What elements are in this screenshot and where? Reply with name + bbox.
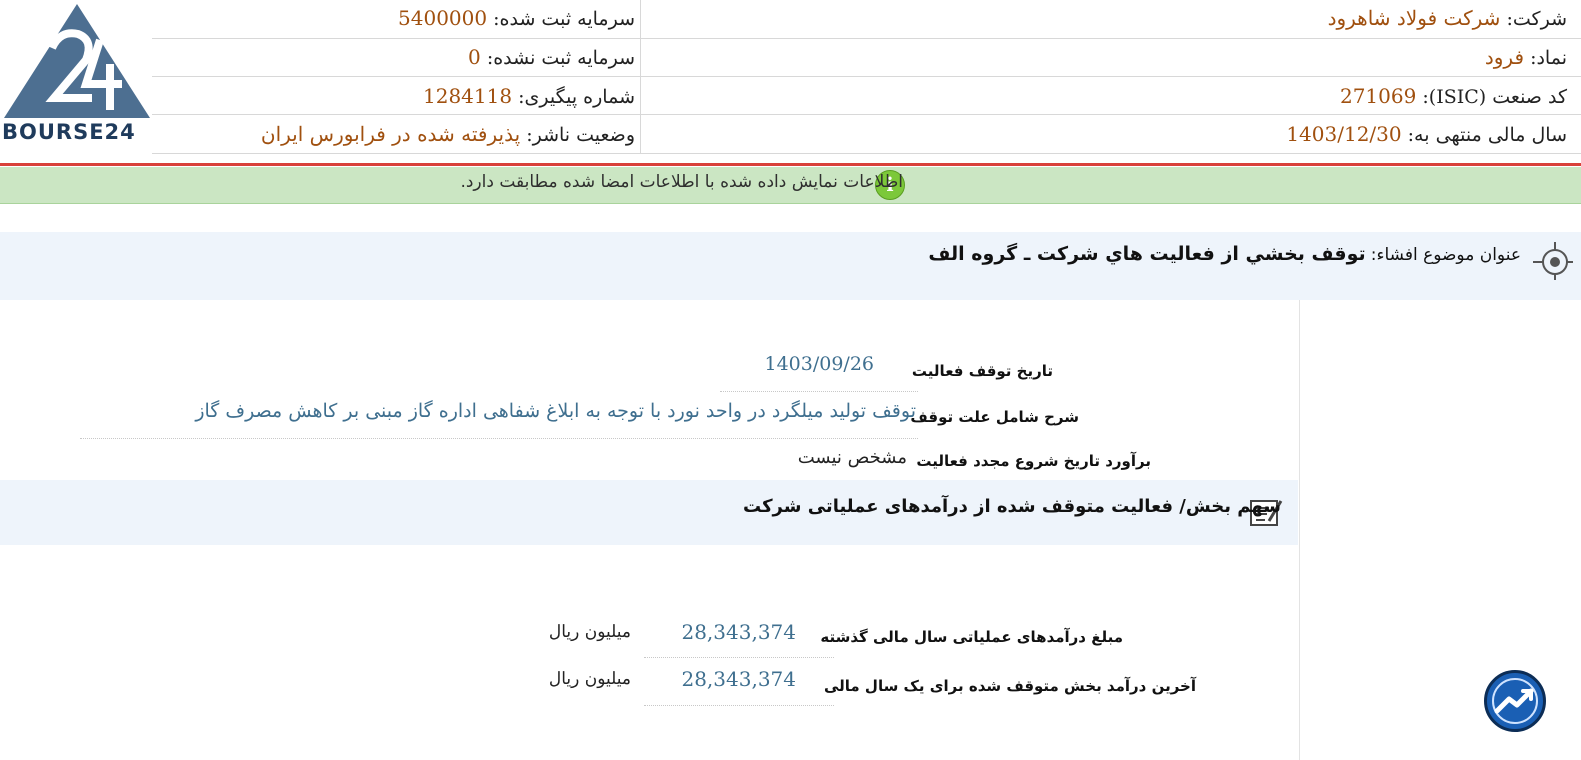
symbol-row: نماد: فرود <box>1485 45 1567 69</box>
isic-value: 271069 <box>1339 84 1417 108</box>
unregistered-capital-value: 0 <box>468 45 481 69</box>
stopped-segment-revenue-label: آخرین درآمد بخش متوقف شده برای یک سال ما… <box>823 677 1196 695</box>
tracking-number-row: شماره پیگیری: 1284118 <box>423 84 635 108</box>
stop-reason-label: شرح شامل علت توقف <box>910 408 1079 426</box>
isic-row: کد صنعت (ISIC): 271069 <box>1340 84 1567 108</box>
symbol-value: فرود <box>1484 45 1525 69</box>
registered-capital-label: سرمایه ثبت شده: <box>493 8 635 30</box>
field-separator <box>644 657 834 658</box>
restart-date-value: مشخص نیست <box>797 447 907 468</box>
field-separator <box>644 705 834 706</box>
stopped-segment-revenue-value: 28,343,374 <box>681 667 796 691</box>
header-divider <box>152 76 1581 77</box>
stop-date-label: تاریخ توقف فعالیت <box>911 362 1053 380</box>
last-year-revenue-label: مبلغ درآمدهای عملیاتی سال مالی گذشته <box>820 628 1123 646</box>
isic-label: کد صنعت (ISIC): <box>1422 86 1567 108</box>
target-icon <box>1533 242 1573 280</box>
stop-reason-value: توقف تولید میلگرد در واحد نورد با توجه ب… <box>195 400 916 422</box>
field-separator <box>80 438 918 439</box>
stopped-segment-revenue-unit: میلیون ریال <box>548 669 631 689</box>
company-label: شرکت: <box>1506 8 1567 30</box>
header-divider <box>152 38 1581 39</box>
verification-banner-text: اطلاعات نمایش داده شده با اطلاعات امضا ش… <box>460 172 903 192</box>
logo-triangle-icon <box>4 4 150 118</box>
last-year-revenue-unit: میلیون ریال <box>548 622 631 642</box>
disclosure-subject-label: عنوان موضوع افشاء: <box>1370 245 1521 265</box>
revenue-section-title: سهم بخش/ فعالیت متوقف شده از درآمدهای عم… <box>743 496 1281 517</box>
header-separator <box>0 163 1581 166</box>
last-year-revenue-value: 28,343,374 <box>681 620 796 644</box>
disclosure-subject: عنوان موضوع افشاء: توقف بخشي از فعاليت ه… <box>928 243 1521 265</box>
registered-capital-value: 5400000 <box>398 6 488 30</box>
chart-trend-button[interactable] <box>1484 670 1546 732</box>
publisher-status-value: پذیرفته شده در فرابورس ایران <box>260 122 521 146</box>
fiscal-year-label: سال مالی منتهی به: <box>1407 124 1567 146</box>
fiscal-year-row: سال مالی منتهی به: 1403/12/30 <box>1286 122 1567 146</box>
field-separator <box>720 391 918 392</box>
publisher-status-row: وضعیت ناشر: پذیرفته شده در فرابورس ایران <box>261 122 635 146</box>
company-row: شرکت: شرکت فولاد شاهرود <box>1328 6 1567 30</box>
header-column-divider <box>640 0 641 153</box>
fiscal-year-value: 1403/12/30 <box>1286 122 1402 146</box>
unregistered-capital-row: سرمایه ثبت نشده: 0 <box>468 45 635 69</box>
disclosure-subject-value: توقف بخشي از فعاليت هاي شرکت ـ گروه الف <box>928 243 1366 265</box>
registered-capital-row: سرمایه ثبت شده: 5400000 <box>398 6 635 30</box>
stop-date-value: 1403/09/26 <box>764 353 874 375</box>
restart-date-label: برآورد تاریخ شروع مجدد فعالیت <box>916 452 1151 470</box>
symbol-label: نماد: <box>1530 47 1567 69</box>
unregistered-capital-label: سرمایه ثبت نشده: <box>486 47 635 69</box>
company-value: شرکت فولاد شاهرود <box>1327 6 1501 30</box>
chart-trend-icon <box>1492 678 1538 724</box>
header-divider <box>152 114 1581 115</box>
header-divider <box>152 153 1581 154</box>
tracking-number-value: 1284118 <box>423 84 513 108</box>
logo-text: BOURSE24 <box>2 120 136 144</box>
publisher-status-label: وضعیت ناشر: <box>526 124 635 146</box>
tracking-number-label: شماره پیگیری: <box>518 86 635 108</box>
sidebar-divider <box>1299 300 1300 760</box>
